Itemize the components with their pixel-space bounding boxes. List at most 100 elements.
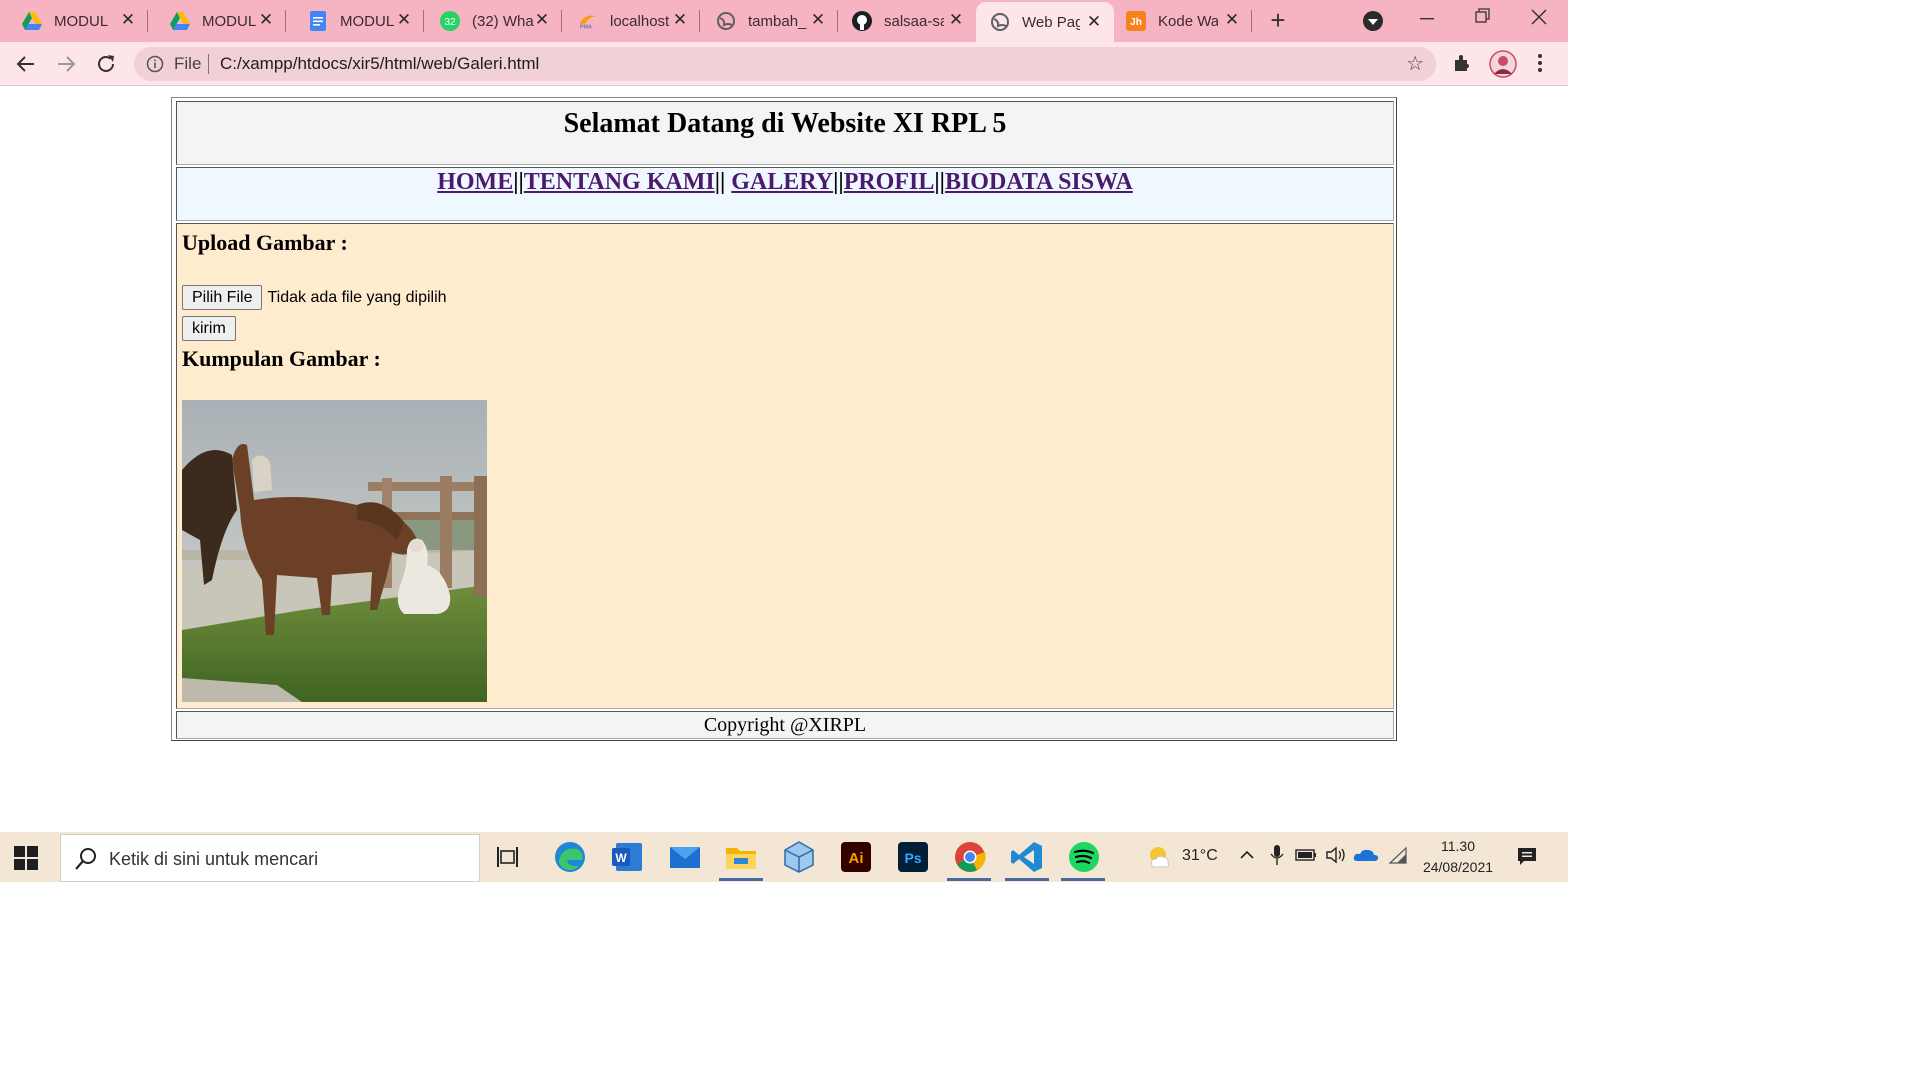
photoshop-icon[interactable]: Ps — [896, 840, 930, 874]
tab-github[interactable]: salsaa-sa ✕ — [838, 0, 976, 42]
active-app-indicator — [719, 878, 763, 881]
tab-label: Kode Wa — [1158, 12, 1218, 30]
back-arrow-icon[interactable] — [14, 52, 38, 76]
main-content-cell: Upload Gambar : Pilih File Tidak ada fil… — [176, 223, 1394, 709]
whatsapp-icon: 32 — [440, 11, 460, 31]
tab-whatsapp[interactable]: 32 (32) Wha ✕ — [424, 0, 562, 42]
volume-icon[interactable] — [1325, 846, 1347, 868]
info-icon[interactable] — [146, 55, 164, 73]
omnibox-divider — [208, 54, 209, 74]
windows-start-icon[interactable] — [14, 846, 38, 870]
file-upload-control: Pilih File Tidak ada file yang dipilih — [182, 285, 447, 310]
header-cell: Selamat Datang di Website XI RPL 5 — [176, 101, 1394, 165]
gallery-image-alpacas — [182, 400, 487, 702]
nav-separator: || — [934, 169, 945, 195]
task-view-icon[interactable] — [496, 844, 522, 870]
google-drive-icon — [22, 11, 42, 31]
tab-label: salsaa-sa — [884, 12, 944, 30]
nav-link-galery[interactable]: GALERY — [731, 169, 833, 195]
new-tab-button[interactable]: + — [1265, 7, 1291, 34]
mail-icon[interactable] — [668, 840, 702, 874]
active-app-indicator — [1061, 878, 1105, 881]
close-tab-icon[interactable]: ✕ — [534, 11, 550, 28]
weather-icon[interactable] — [1146, 845, 1172, 873]
tab-modul-2[interactable]: MODUL ✕ — [148, 0, 286, 42]
nav-separator: || — [833, 169, 844, 195]
search-icon — [75, 847, 97, 876]
nav-link-profil[interactable]: PROFIL — [844, 169, 935, 195]
show-hidden-icons-chevron-icon[interactable] — [1238, 846, 1256, 868]
gallery-heading: Kumpulan Gambar : — [182, 346, 381, 371]
illustrator-icon[interactable]: Ai — [839, 840, 873, 874]
profile-avatar[interactable] — [1489, 50, 1517, 78]
bookmark-star-icon[interactable]: ☆ — [1406, 54, 1424, 74]
more-menu-icon[interactable] — [1530, 51, 1550, 77]
minimize-icon[interactable] — [1412, 6, 1442, 34]
extensions-icon[interactable] — [1451, 51, 1477, 77]
close-tab-icon[interactable]: ✕ — [672, 11, 688, 28]
tab-separator — [1251, 10, 1252, 32]
restore-icon[interactable] — [1468, 6, 1498, 34]
close-tab-icon[interactable]: ✕ — [948, 11, 964, 28]
weather-temperature: 31°C — [1182, 847, 1218, 864]
close-tab-icon[interactable]: ✕ — [396, 11, 412, 28]
forward-arrow-icon[interactable] — [54, 52, 78, 76]
nav-link-biodata-siswa[interactable]: BIODATA SISWA — [945, 169, 1133, 195]
svg-text:PMA: PMA — [580, 24, 592, 30]
close-tab-icon[interactable]: ✕ — [1086, 13, 1102, 30]
tab-localhost[interactable]: PMA localhost ✕ — [562, 0, 700, 42]
footer-cell: Copyright @XIRPL — [176, 711, 1394, 739]
active-app-indicator — [1005, 878, 1049, 881]
reload-icon[interactable] — [94, 52, 118, 76]
tab-search-icon[interactable] — [1362, 10, 1384, 32]
nav-separator: || — [714, 169, 726, 195]
tab-modul-3[interactable]: MODUL ✕ — [286, 0, 424, 42]
page-viewport: Selamat Datang di Website XI RPL 5 HOME|… — [0, 87, 1568, 832]
edge-icon[interactable] — [553, 840, 587, 874]
file-explorer-icon[interactable] — [724, 840, 758, 874]
address-bar[interactable]: File C:/xampp/htdocs/xir5/html/web/Galer… — [134, 47, 1436, 81]
tab-web-page[interactable]: Web Pag ✕ — [976, 2, 1114, 42]
page-title: Selamat Datang di Website XI RPL 5 — [563, 108, 1007, 139]
browser-toolbar: File C:/xampp/htdocs/xir5/html/web/Galer… — [0, 42, 1568, 86]
microphone-icon[interactable] — [1270, 844, 1284, 870]
close-tab-icon[interactable]: ✕ — [120, 11, 136, 28]
svg-text:Ps: Ps — [904, 850, 921, 866]
taskbar-clock[interactable]: 11.30 24/08/2021 — [1412, 836, 1504, 878]
tab-modul-1[interactable]: MODUL ✕ — [0, 0, 148, 42]
upload-heading: Upload Gambar : — [182, 230, 348, 255]
taskbar-search-box[interactable]: Ketik di sini untuk mencari — [60, 834, 480, 882]
chrome-icon[interactable] — [953, 840, 987, 874]
globe-icon — [716, 11, 736, 31]
layout-table: Selamat Datang di Website XI RPL 5 HOME|… — [171, 97, 1397, 741]
nav-separator: || — [513, 169, 524, 195]
search-placeholder: Ketik di sini untuk mencari — [109, 849, 319, 869]
close-tab-icon[interactable]: ✕ — [810, 11, 826, 28]
notification-center-icon[interactable] — [1516, 845, 1538, 871]
active-app-indicator — [947, 878, 991, 881]
close-window-icon[interactable] — [1524, 6, 1554, 34]
close-tab-icon[interactable]: ✕ — [1224, 11, 1240, 28]
tab-label: MODUL — [202, 12, 257, 30]
svg-text:W: W — [615, 851, 627, 865]
url-text[interactable]: C:/xampp/htdocs/xir5/html/web/Galeri.htm… — [220, 54, 539, 74]
choose-file-button[interactable]: Pilih File — [182, 285, 263, 310]
word-icon[interactable]: W — [610, 840, 644, 874]
3d-viewer-icon[interactable] — [782, 840, 816, 874]
tab-label: MODUL — [54, 12, 109, 30]
close-tab-icon[interactable]: ✕ — [258, 11, 274, 28]
google-drive-icon — [170, 11, 190, 31]
tab-label: (32) Wha — [472, 12, 534, 30]
spotify-icon[interactable] — [1067, 840, 1101, 874]
nav-link-tentang-kami[interactable]: TENTANG KAMI — [524, 169, 715, 195]
battery-icon[interactable] — [1295, 847, 1317, 867]
nav-link-home[interactable]: HOME — [437, 169, 513, 195]
vscode-icon[interactable] — [1010, 840, 1044, 874]
svg-text:Jh: Jh — [1130, 17, 1142, 28]
wifi-icon[interactable] — [1386, 846, 1408, 868]
onedrive-icon[interactable] — [1353, 847, 1379, 867]
tab-tambah[interactable]: tambah_ ✕ — [700, 0, 838, 42]
nav-cell: HOME||TENTANG KAMI|| GALERY||PROFIL||BIO… — [176, 167, 1394, 221]
tab-kode-wa[interactable]: Jh Kode Wa ✕ — [1114, 0, 1252, 42]
send-button[interactable]: kirim — [182, 316, 236, 341]
